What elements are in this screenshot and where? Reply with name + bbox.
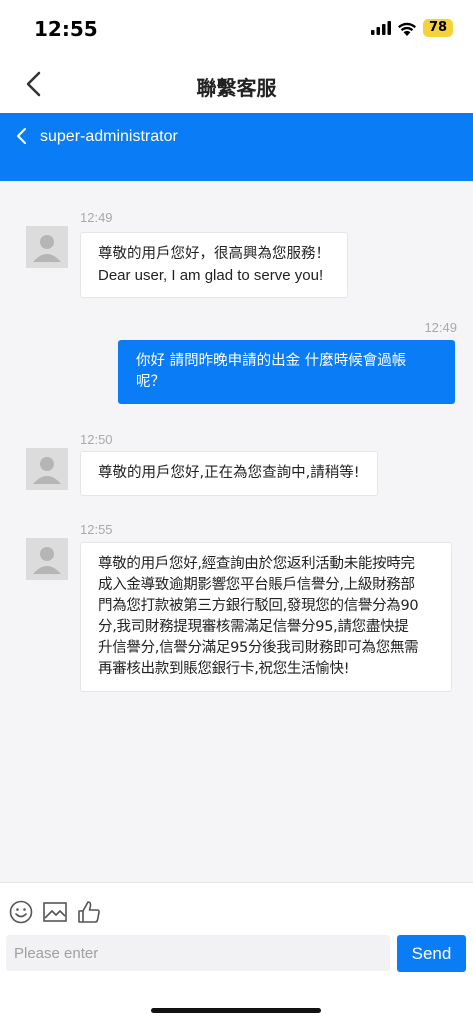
chat-back-chevron-icon[interactable] [14, 125, 30, 147]
incoming-message: 尊敬的用戶您好，很高興為您服務！ Dear user, I am glad to… [80, 232, 348, 298]
message-timestamp: 12:50 [80, 432, 113, 447]
chat-messages[interactable]: 12:49 尊敬的用戶您好，很高興為您服務！ Dear user, I am g… [0, 181, 473, 882]
composer: Send [0, 882, 473, 1024]
status-time: 12:55 [34, 17, 98, 41]
agent-avatar [26, 538, 68, 580]
message-line: 再審核出款到賬您銀行卡,祝您生活愉快! [98, 661, 350, 677]
message-line: 成入金導致逾期影響您平台賬戶信譽分,上級財務部 [98, 577, 415, 593]
thumbs-up-icon[interactable] [76, 899, 102, 925]
user-icon [33, 235, 61, 262]
message-line: 你好 請問昨晚申請的出金 什麼時候會過帳 [136, 353, 407, 369]
outgoing-message: 你好 請問昨晚申請的出金 什麼時候會過帳 呢？ [118, 340, 455, 404]
message-line: Dear user, I am glad to serve you! [98, 267, 324, 284]
incoming-message: 尊敬的用戶您好,正在為您查詢中,請稍等! [80, 451, 378, 496]
message-line: 尊敬的用戶您好,正在為您查詢中,請稍等! [98, 465, 360, 481]
send-button[interactable]: Send [397, 935, 466, 972]
home-indicator [151, 1008, 321, 1013]
message-timestamp: 12:49 [424, 320, 457, 335]
image-icon[interactable] [42, 899, 68, 925]
status-icons: 78 [371, 18, 453, 38]
user-icon [33, 457, 61, 484]
page-title: 聯繫客服 [196, 76, 277, 100]
message-timestamp: 12:49 [80, 210, 113, 225]
user-icon [33, 547, 61, 574]
nav-bar: 聯繫客服 [0, 56, 473, 112]
message-line: 升信譽分,信譽分滿足95分後我司財務即可為您無需 [98, 640, 419, 656]
battery-icon: 78 [423, 19, 453, 37]
emoji-icon[interactable] [8, 899, 34, 925]
cellular-signal-icon [371, 21, 391, 35]
chat-header: super-administrator [0, 113, 473, 181]
message-line: 分,我司財務提現審核需滿足信譽分95,請您盡快提 [98, 619, 409, 635]
message-line: 門為您打款被第三方銀行駁回,發現您的信譽分為90 [98, 598, 419, 614]
message-line: 呢？ [136, 374, 165, 390]
incoming-message: 尊敬的用戶您好,經查詢由於您返利活動未能按時完 成入金導致逾期影響您平台賬戶信譽… [80, 542, 452, 692]
status-bar: 12:55 78 [0, 0, 473, 56]
message-line: 尊敬的用戶您好,經查詢由於您返利活動未能按時完 [98, 556, 415, 572]
message-line: 尊敬的用戶您好，很高興為您服務！ [98, 246, 330, 262]
agent-avatar [26, 448, 68, 490]
message-timestamp: 12:55 [80, 522, 113, 537]
agent-name: super-administrator [40, 128, 178, 145]
wifi-icon [398, 22, 416, 36]
agent-avatar [26, 226, 68, 268]
message-input[interactable] [6, 935, 390, 971]
